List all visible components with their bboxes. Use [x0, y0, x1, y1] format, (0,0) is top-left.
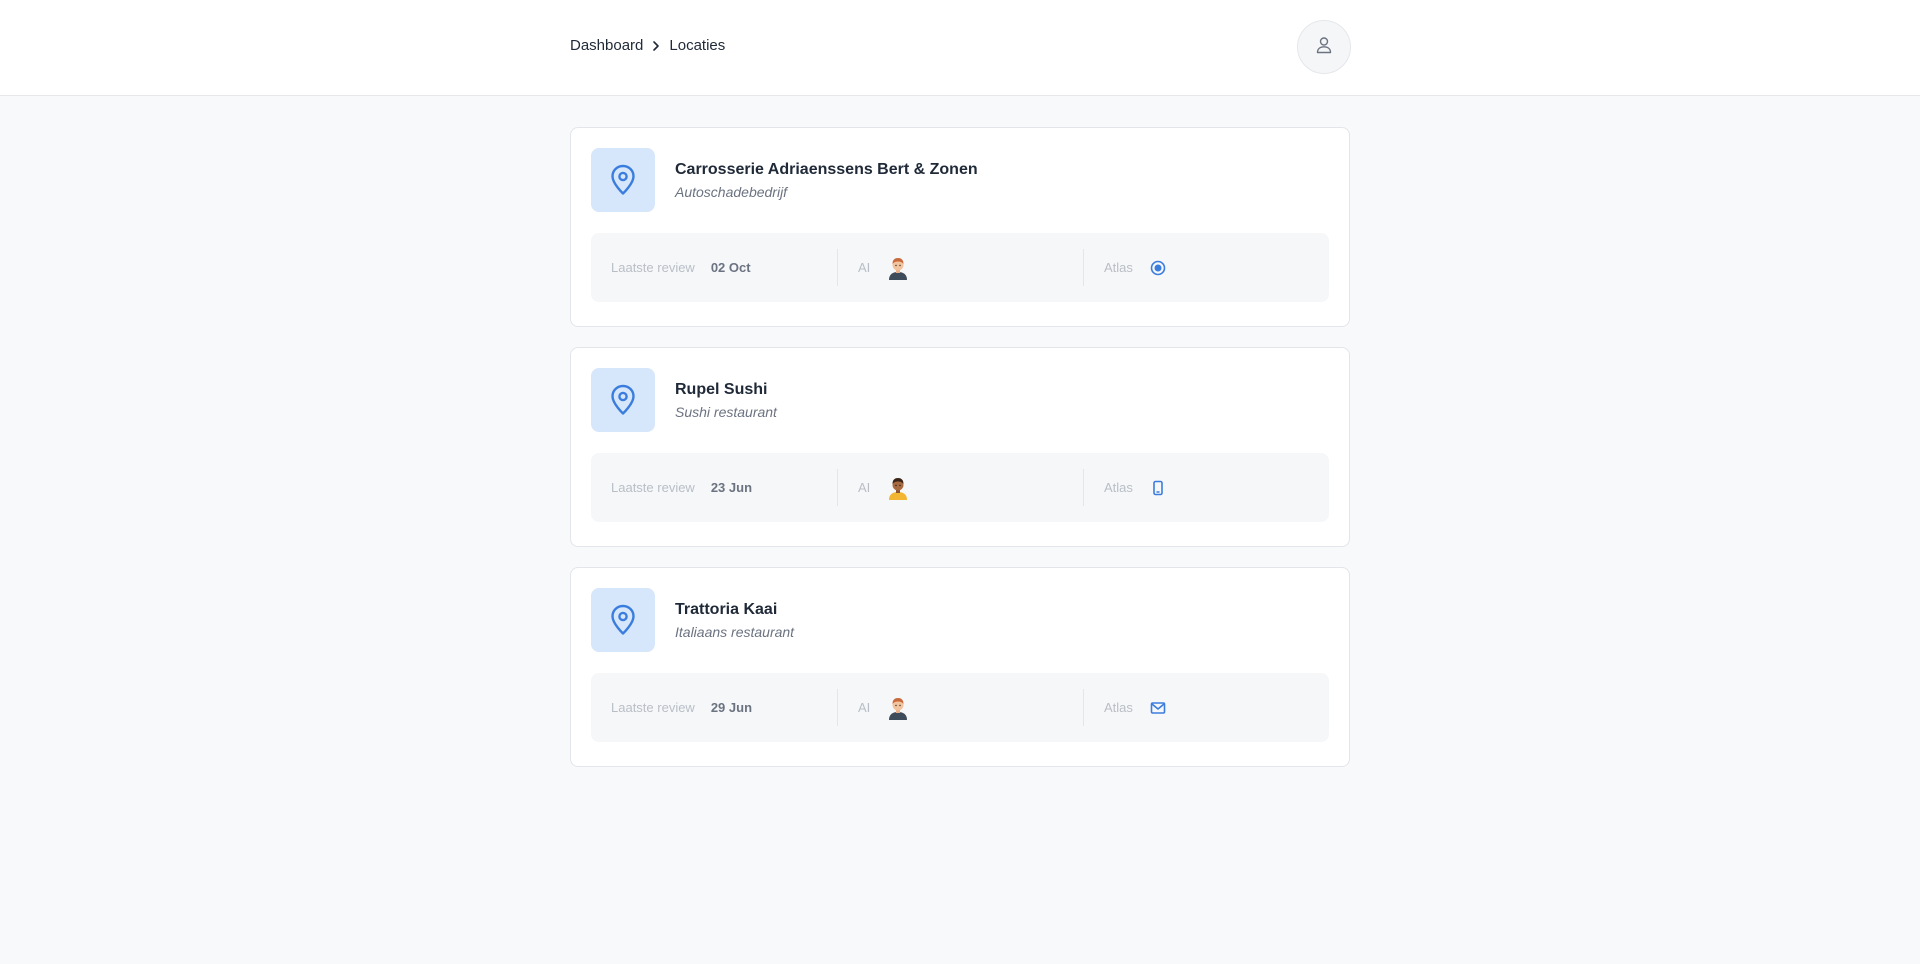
location-list: Carrosserie Adriaenssens Bert & Zonen Au…: [570, 127, 1350, 787]
ai-stat: AI: [837, 469, 1083, 506]
location-card[interactable]: Trattoria Kaai Italiaans restaurant Laat…: [570, 567, 1350, 767]
last-review-value: 02 Oct: [710, 260, 751, 275]
smartphone-icon: [1149, 479, 1167, 497]
last-review-stat: Laatste review 29 Jun: [591, 689, 837, 726]
man-avatar-icon: [886, 696, 910, 720]
user-menu-button[interactable]: [1297, 20, 1351, 74]
ai-label: AI: [858, 700, 871, 715]
ai-label: AI: [858, 480, 871, 495]
last-review-label: Laatste review: [611, 260, 695, 275]
ai-stat: AI: [837, 249, 1083, 286]
breadcrumb-current: Locaties: [669, 37, 726, 54]
map-pin-icon: [591, 588, 655, 652]
atlas-label: Atlas: [1104, 480, 1133, 495]
atlas-label: Atlas: [1104, 700, 1133, 715]
atlas-label: Atlas: [1104, 260, 1133, 275]
location-category: Sushi restaurant: [675, 404, 777, 420]
location-card[interactable]: Carrosserie Adriaenssens Bert & Zonen Au…: [570, 127, 1350, 327]
ai-stat: AI: [837, 689, 1083, 726]
location-card[interactable]: Rupel Sushi Sushi restaurant Laatste rev…: [570, 347, 1350, 547]
map-pin-icon: [591, 148, 655, 212]
location-name: Trattoria Kaai: [675, 601, 778, 618]
atlas-stat: Atlas: [1083, 689, 1329, 726]
atlas-stat: Atlas: [1083, 249, 1329, 286]
breadcrumb: Dashboard Locaties: [570, 37, 725, 54]
atlas-stat: Atlas: [1083, 469, 1329, 506]
last-review-value: 23 Jun: [710, 480, 753, 495]
location-name: Rupel Sushi: [675, 381, 768, 398]
radio-dot-icon: [1149, 259, 1167, 277]
mail-icon: [1149, 699, 1167, 717]
last-review-stat: Laatste review 23 Jun: [591, 469, 837, 506]
last-review-label: Laatste review: [611, 700, 695, 715]
ai-label: AI: [858, 260, 871, 275]
man-avatar-dark-icon: [886, 476, 910, 500]
last-review-value: 29 Jun: [710, 700, 753, 715]
last-review-stat: Laatste review 02 Oct: [591, 249, 837, 286]
location-category: Italiaans restaurant: [675, 624, 795, 640]
map-pin-icon: [591, 368, 655, 432]
breadcrumb-dashboard-link[interactable]: Dashboard: [570, 37, 643, 54]
chevron-right-icon: [649, 39, 663, 53]
last-review-label: Laatste review: [611, 480, 695, 495]
location-stats: Laatste review 02 Oct AI Atlas: [591, 233, 1329, 302]
location-stats: Laatste review 23 Jun AI Atlas: [591, 453, 1329, 522]
user-icon: [1314, 35, 1334, 60]
top-header: Dashboard Locaties: [0, 0, 1920, 96]
location-name: Carrosserie Adriaenssens Bert & Zonen: [675, 161, 978, 178]
man-avatar-icon: [886, 256, 910, 280]
location-category: Autoschadebedrijf: [675, 184, 788, 200]
location-stats: Laatste review 29 Jun AI Atlas: [591, 673, 1329, 742]
